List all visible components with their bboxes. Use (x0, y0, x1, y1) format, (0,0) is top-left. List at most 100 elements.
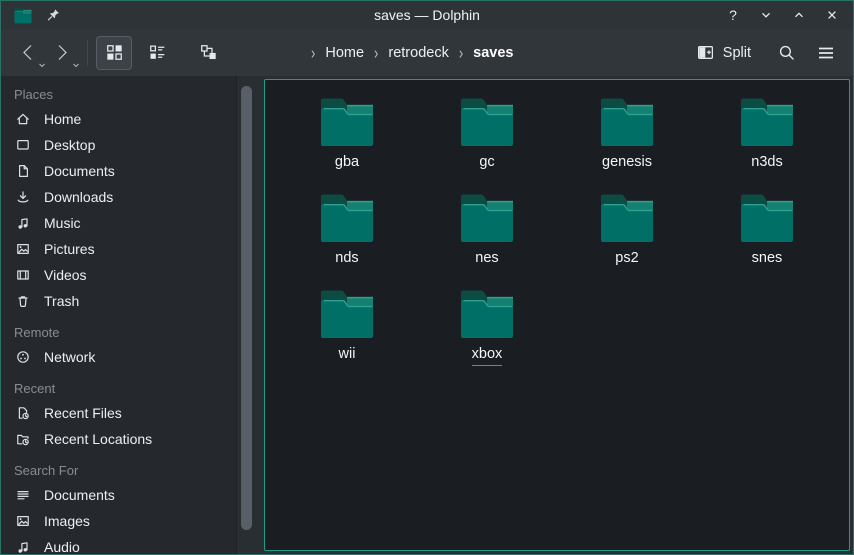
folder-icon (457, 192, 517, 244)
sidebar-scrollbar[interactable] (241, 86, 252, 530)
folder-genesis[interactable]: genesis (557, 96, 697, 192)
tree-view-button[interactable] (190, 36, 226, 70)
network-icon (15, 349, 31, 365)
folder-view[interactable]: gba gc genesis n3ds nds nes ps2 snes wii… (264, 79, 850, 551)
sidebar-item-music[interactable]: Music (1, 210, 236, 236)
folder-gba[interactable]: gba (277, 96, 417, 192)
split-button[interactable]: Split (696, 43, 751, 62)
help-button[interactable]: ? (722, 4, 744, 26)
video-icon (15, 267, 31, 283)
details-view-button[interactable] (139, 36, 175, 70)
folder-icon (597, 96, 657, 148)
folder-gc[interactable]: gc (417, 96, 557, 192)
folder-label: gba (335, 154, 359, 173)
sidebar-item-videos[interactable]: Videos (1, 262, 236, 288)
sidebar-item-recent-locations[interactable]: Recent Locations (1, 426, 236, 452)
folder-label: xbox (472, 346, 503, 366)
folder-xbox[interactable]: xbox (417, 288, 557, 384)
sidebar-item-label: Recent Files (44, 405, 122, 421)
sidebar-item-documents[interactable]: Documents (1, 158, 236, 184)
sidebar-section-places: Places Home Desktop DocumentsDownloads Music… (1, 82, 236, 314)
sidebar-item-label: Network (44, 349, 95, 365)
minimize-button[interactable] (755, 4, 777, 26)
sidebar-header: Places (1, 82, 236, 106)
sidebar-item-audio[interactable]: Audio (1, 534, 236, 554)
sidebar-item-pictures[interactable]: Pictures (1, 236, 236, 262)
folder-icon (317, 288, 377, 340)
folder-icon (737, 192, 797, 244)
close-button[interactable] (821, 4, 843, 26)
recent-folder-icon (15, 431, 31, 447)
download-icon (15, 189, 31, 205)
breadcrumb-item-saves[interactable]: saves (473, 45, 513, 61)
folder-icon (737, 96, 797, 148)
breadcrumb-chevron-icon[interactable]: › (459, 42, 463, 62)
breadcrumb: › Home › retrodeck › saves (311, 45, 514, 61)
sidebar-item-label: Videos (44, 267, 87, 283)
folder-icon (597, 192, 657, 244)
folder-wii[interactable]: wii (277, 288, 417, 384)
document-icon (15, 163, 31, 179)
folder-label: nds (335, 250, 358, 269)
forward-dropdown-caret[interactable] (72, 63, 80, 68)
sidebar-item-trash[interactable]: Trash (1, 288, 236, 314)
sidebar-item-label: Audio (44, 539, 80, 554)
icons-view-button[interactable] (96, 36, 132, 70)
folder-ps2[interactable]: ps2 (557, 192, 697, 288)
folder-icon (457, 288, 517, 340)
window-body: PlacesHomeDesktopDocumentsDownloadsMusic… (1, 76, 853, 554)
sidebar-item-network[interactable]: Network (1, 344, 236, 370)
music-icon (15, 215, 31, 231)
breadcrumb-chevron-icon[interactable]: › (311, 42, 315, 62)
sidebar-item-label: Trash (44, 293, 79, 309)
breadcrumb-item-home[interactable]: Home (325, 45, 364, 61)
sidebar-section-remote: Remote Network (1, 320, 236, 370)
sidebar-item-documents[interactable]: Documents (1, 482, 236, 508)
text-lines-icon (15, 487, 31, 503)
sidebar-item-images[interactable]: Images (1, 508, 236, 534)
sidebar-item-label: Recent Locations (44, 431, 152, 447)
sidebar-header: Remote (1, 320, 236, 344)
breadcrumb-item-retrodeck[interactable]: retrodeck (388, 45, 448, 61)
sidebar-item-recent-files[interactable]: Recent Files (1, 400, 236, 426)
image-icon (15, 513, 31, 529)
window-controls: ? (722, 4, 843, 26)
folder-snes[interactable]: snes (697, 192, 837, 288)
sidebar-item-label: Home (44, 111, 81, 127)
folder-label: snes (752, 250, 783, 269)
split-label: Split (723, 45, 751, 61)
search-icon (777, 43, 796, 62)
search-button[interactable] (771, 38, 801, 68)
folder-n3ds[interactable]: n3ds (697, 96, 837, 192)
folder-icon (317, 96, 377, 148)
places-panel: PlacesHomeDesktopDocumentsDownloadsMusic… (1, 76, 237, 554)
sidebar-item-desktop[interactable]: Desktop (1, 132, 236, 158)
sidebar-section-search-for: Search ForDocumentsImagesAudio (1, 458, 236, 554)
hamburger-icon (816, 44, 836, 62)
recent-file-icon (15, 405, 31, 421)
sidebar-item-label: Documents (44, 487, 115, 503)
sidebar-header: Recent (1, 376, 236, 400)
folder-label: n3ds (751, 154, 782, 173)
maximize-button[interactable] (788, 4, 810, 26)
folder-label: genesis (602, 154, 652, 173)
forward-button[interactable] (47, 37, 77, 69)
sidebar-item-home[interactable]: Home (1, 106, 236, 132)
folder-label: nes (475, 250, 498, 269)
folder-nds[interactable]: nds (277, 192, 417, 288)
sidebar-item-downloads[interactable]: Downloads (1, 184, 236, 210)
back-button[interactable] (13, 37, 43, 69)
image-icon (15, 241, 31, 257)
folder-icon (317, 192, 377, 244)
folder-nes[interactable]: nes (417, 192, 557, 288)
split-icon (696, 43, 715, 62)
sidebar-item-label: Music (44, 215, 81, 231)
breadcrumb-chevron-icon[interactable]: › (374, 42, 378, 62)
back-dropdown-caret[interactable] (38, 63, 46, 68)
home-icon (15, 111, 31, 127)
sidebar-item-label: Desktop (44, 137, 95, 153)
music-icon (15, 539, 31, 554)
dolphin-window: saves — Dolphin ? (0, 0, 854, 555)
toolbar: › Home › retrodeck › saves Split (1, 29, 853, 76)
hamburger-menu-button[interactable] (811, 38, 841, 68)
